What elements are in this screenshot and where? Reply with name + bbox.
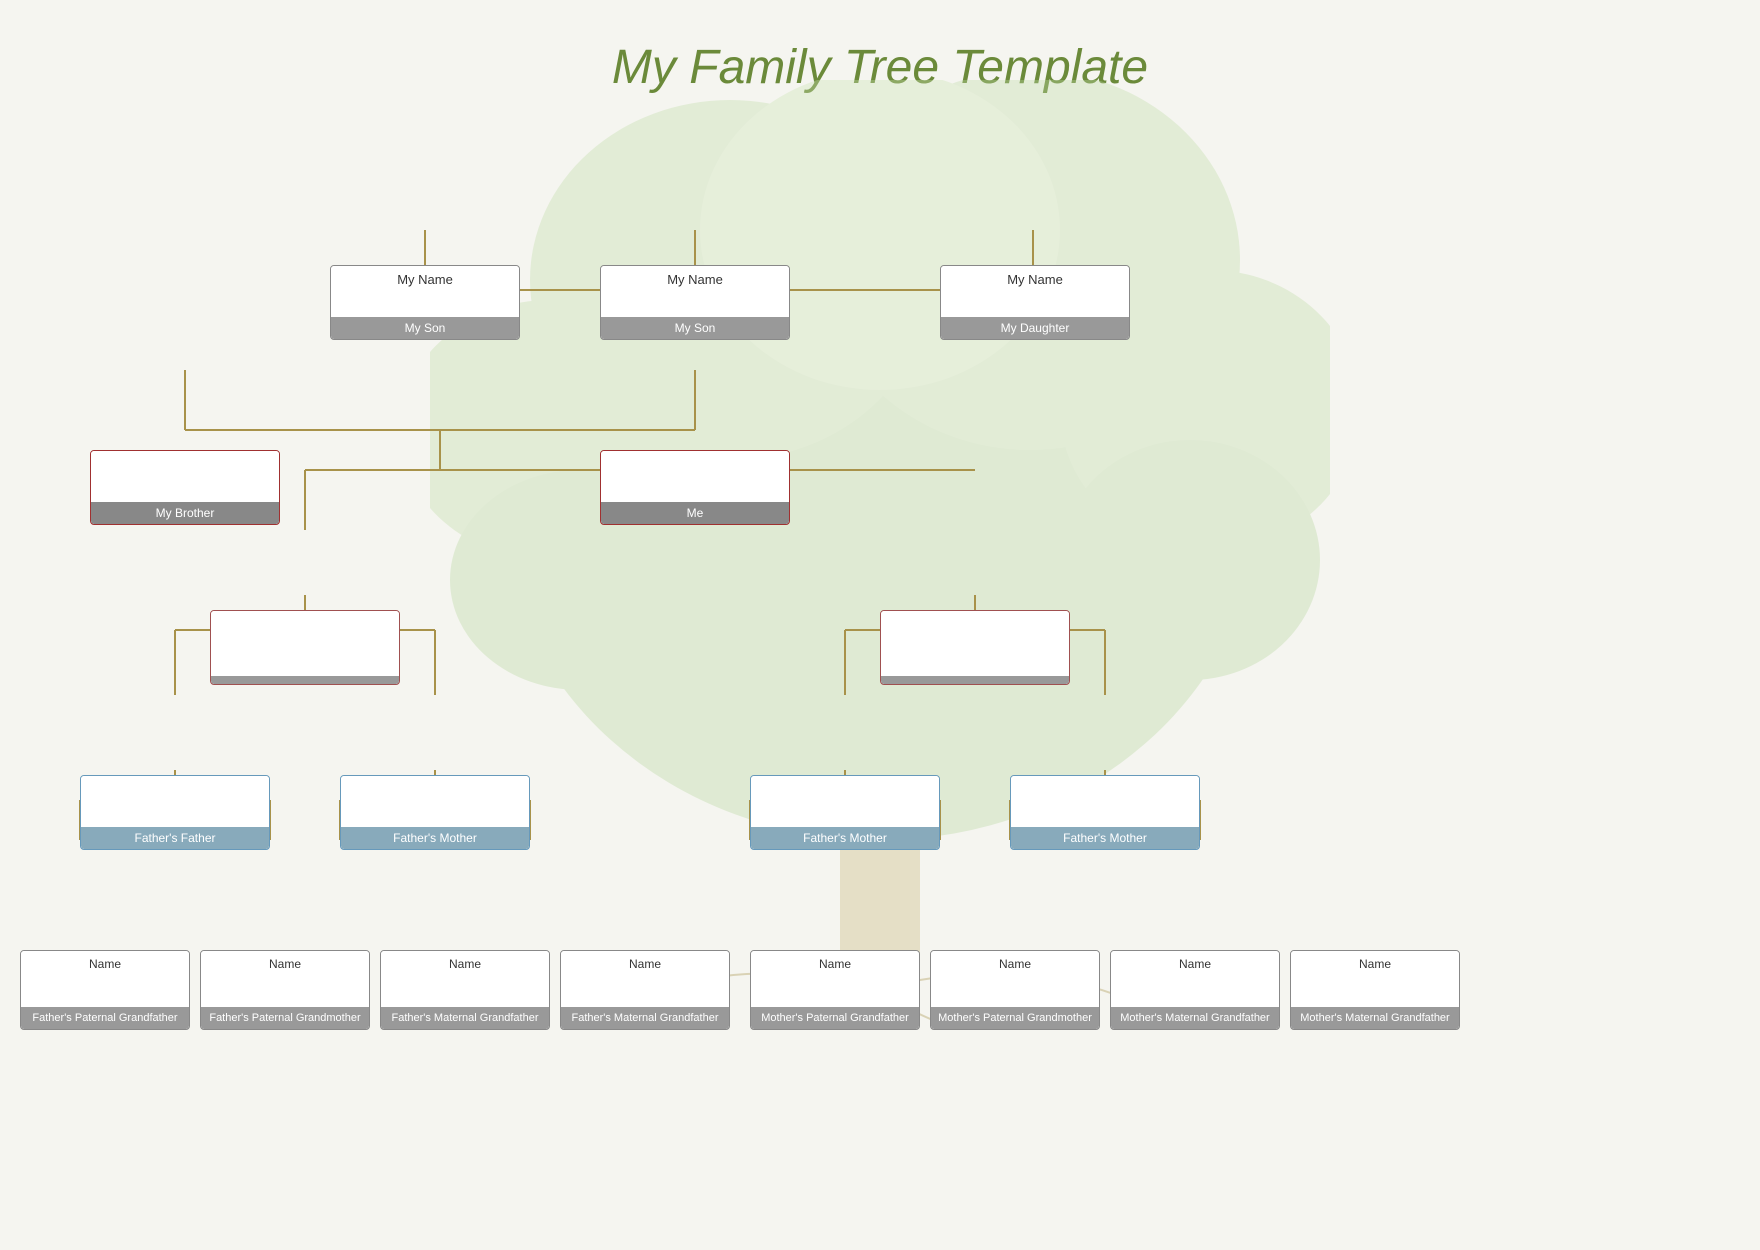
- mm-name: [1011, 776, 1199, 827]
- mm-label: Father's Mother: [1011, 827, 1199, 849]
- fmm-node: Name Father's Maternal Grandfather: [560, 950, 730, 1030]
- mother-label: [881, 676, 1069, 684]
- me-node: Me: [600, 450, 790, 525]
- brother-label: My Brother: [91, 502, 279, 524]
- son2-node: My Name My Son: [600, 265, 790, 340]
- father-name: [211, 611, 399, 676]
- ffm-name: Name: [201, 951, 369, 1007]
- mf-label: Father's Mother: [751, 827, 939, 849]
- mff-label: Mother's Paternal Grandfather: [751, 1007, 919, 1029]
- mm-node: Father's Mother: [1010, 775, 1200, 850]
- brother-name: [91, 451, 279, 502]
- daughter-node: My Name My Daughter: [940, 265, 1130, 340]
- me-name: [601, 451, 789, 502]
- ffm-node: Name Father's Paternal Grandmother: [200, 950, 370, 1030]
- fmm-name: Name: [561, 951, 729, 1007]
- mf-node: Father's Mother: [750, 775, 940, 850]
- mother-node: [880, 610, 1070, 685]
- son1-node: My Name My Son: [330, 265, 520, 340]
- mmm-label: Mother's Maternal Grandfather: [1291, 1007, 1459, 1029]
- fm-node: Father's Mother: [340, 775, 530, 850]
- mmf-label: Mother's Maternal Grandfather: [1111, 1007, 1279, 1029]
- mmf-name: Name: [1111, 951, 1279, 1007]
- mmm-name: Name: [1291, 951, 1459, 1007]
- ff-node: Father's Father: [80, 775, 270, 850]
- mmf-node: Name Mother's Maternal Grandfather: [1110, 950, 1280, 1030]
- mfm-name: Name: [931, 951, 1099, 1007]
- ffm-label: Father's Paternal Grandmother: [201, 1007, 369, 1029]
- ff-label: Father's Father: [81, 827, 269, 849]
- brother-node: My Brother: [90, 450, 280, 525]
- fm-label: Father's Mother: [341, 827, 529, 849]
- fm-name: [341, 776, 529, 827]
- fmf-name: Name: [381, 951, 549, 1007]
- father-label: [211, 676, 399, 684]
- mff-node: Name Mother's Paternal Grandfather: [750, 950, 920, 1030]
- daughter-name: My Name: [941, 266, 1129, 317]
- fmf-label: Father's Maternal Grandfather: [381, 1007, 549, 1029]
- ff-name: [81, 776, 269, 827]
- son1-name: My Name: [331, 266, 519, 317]
- father-node: [210, 610, 400, 685]
- mff-name: Name: [751, 951, 919, 1007]
- daughter-label: My Daughter: [941, 317, 1129, 339]
- mf-name: [751, 776, 939, 827]
- son2-label: My Son: [601, 317, 789, 339]
- fmm-label: Father's Maternal Grandfather: [561, 1007, 729, 1029]
- fff-name: Name: [21, 951, 189, 1007]
- mmm-node: Name Mother's Maternal Grandfather: [1290, 950, 1460, 1030]
- fff-node: Name Father's Paternal Grandfather: [20, 950, 190, 1030]
- son2-name: My Name: [601, 266, 789, 317]
- son1-label: My Son: [331, 317, 519, 339]
- fff-label: Father's Paternal Grandfather: [21, 1007, 189, 1029]
- mother-name: [881, 611, 1069, 676]
- me-label: Me: [601, 502, 789, 524]
- mfm-label: Mother's Paternal Grandmother: [931, 1007, 1099, 1029]
- mfm-node: Name Mother's Paternal Grandmother: [930, 950, 1100, 1030]
- fmf-node: Name Father's Maternal Grandfather: [380, 950, 550, 1030]
